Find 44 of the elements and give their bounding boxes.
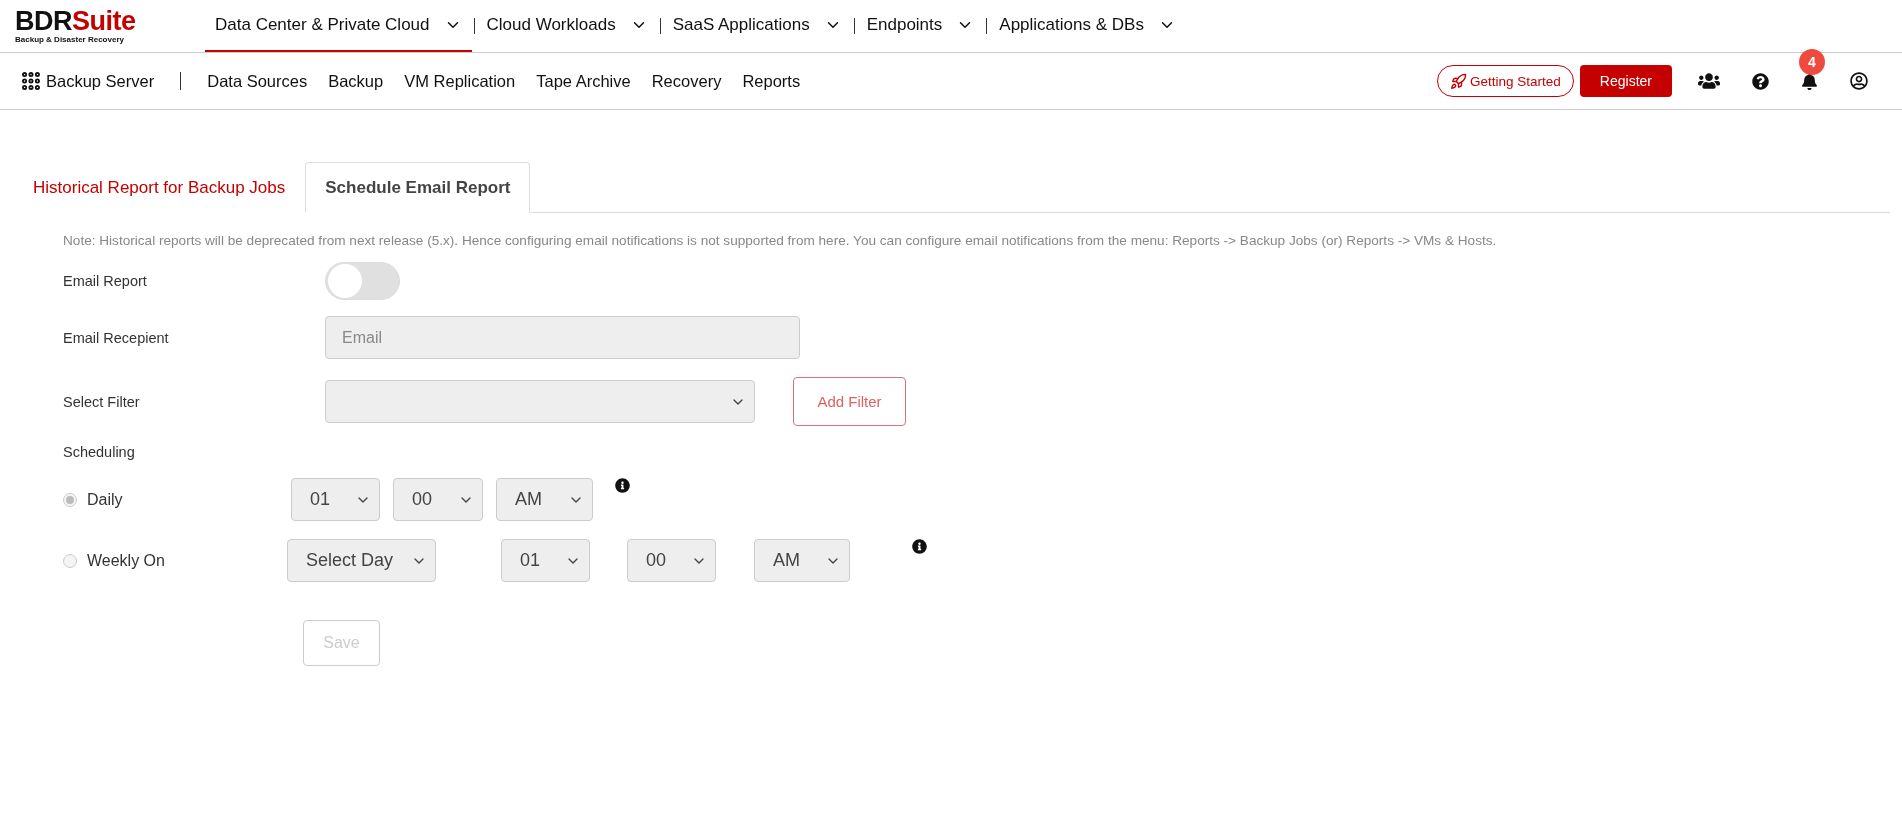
- product-title: Backup Server: [46, 71, 155, 91]
- add-filter-button[interactable]: Add Filter: [793, 377, 906, 426]
- nav-link[interactable]: Tape Archive: [536, 71, 631, 91]
- minute-select[interactable]: 00: [393, 478, 483, 521]
- brand-logo: BDRSuite: [15, 8, 137, 35]
- info-icon[interactable]: [912, 539, 927, 554]
- tab[interactable]: Schedule Email Report: [305, 162, 531, 213]
- top-nav-item[interactable]: Endpoints: [856, 0, 985, 52]
- bell-icon[interactable]: [1801, 72, 1818, 90]
- nav-link[interactable]: Data Sources: [207, 71, 308, 91]
- nav-link[interactable]: Reports: [742, 71, 801, 91]
- help-icon[interactable]: [1752, 72, 1769, 90]
- section-title: Scheduling: [63, 444, 136, 460]
- register-button[interactable]: Register: [1579, 65, 1672, 97]
- day-select[interactable]: Select Day: [287, 539, 436, 582]
- radio-button[interactable]: [63, 492, 77, 507]
- nav-link[interactable]: VM Replication: [404, 71, 516, 91]
- top-nav-item[interactable]: Data Center & Private Cloud: [205, 0, 472, 52]
- period-select[interactable]: AM: [754, 539, 850, 582]
- notification-badge: 4: [1799, 48, 1825, 75]
- grid-menu-icon[interactable]: [20, 70, 42, 92]
- hour-select[interactable]: 01: [291, 478, 380, 521]
- email-report-toggle[interactable]: [325, 262, 400, 300]
- field-label: Email Recepient: [63, 329, 170, 346]
- info-icon[interactable]: [615, 478, 630, 493]
- field-label: Email Report: [63, 273, 148, 289]
- top-nav-item[interactable]: Cloud Workloads: [476, 0, 658, 52]
- minute-select[interactable]: 00: [627, 539, 716, 582]
- getting-started-button[interactable]: Getting Started: [1437, 65, 1574, 97]
- field-label: Select Filter: [63, 393, 141, 410]
- period-select[interactable]: AM: [496, 478, 593, 521]
- top-nav-item[interactable]: SaaS Applications: [662, 0, 852, 52]
- rocket-icon: [1450, 72, 1468, 90]
- radio-label: Daily: [87, 490, 123, 509]
- top-nav-item[interactable]: Applications & DBs: [989, 0, 1186, 52]
- deprecation-note: Note: Historical reports will be deprecated from next release (5.x). Hence configuring email notifications is not supported from here. You can configure email notifications from the menu: Reports -> Backup Jobs (or) Reports -> VMs & Hosts.: [63, 233, 1498, 248]
- radio-label: Weekly On: [87, 551, 165, 570]
- users-icon[interactable]: [1698, 70, 1720, 92]
- nav-link[interactable]: Recovery: [651, 71, 722, 91]
- radio-button[interactable]: [63, 553, 77, 568]
- nav-link[interactable]: Backup: [328, 71, 384, 91]
- logo-tagline: Backup & Disaster Recovery: [15, 35, 125, 44]
- hour-select[interactable]: 01: [501, 539, 590, 582]
- user-icon[interactable]: [1850, 72, 1868, 90]
